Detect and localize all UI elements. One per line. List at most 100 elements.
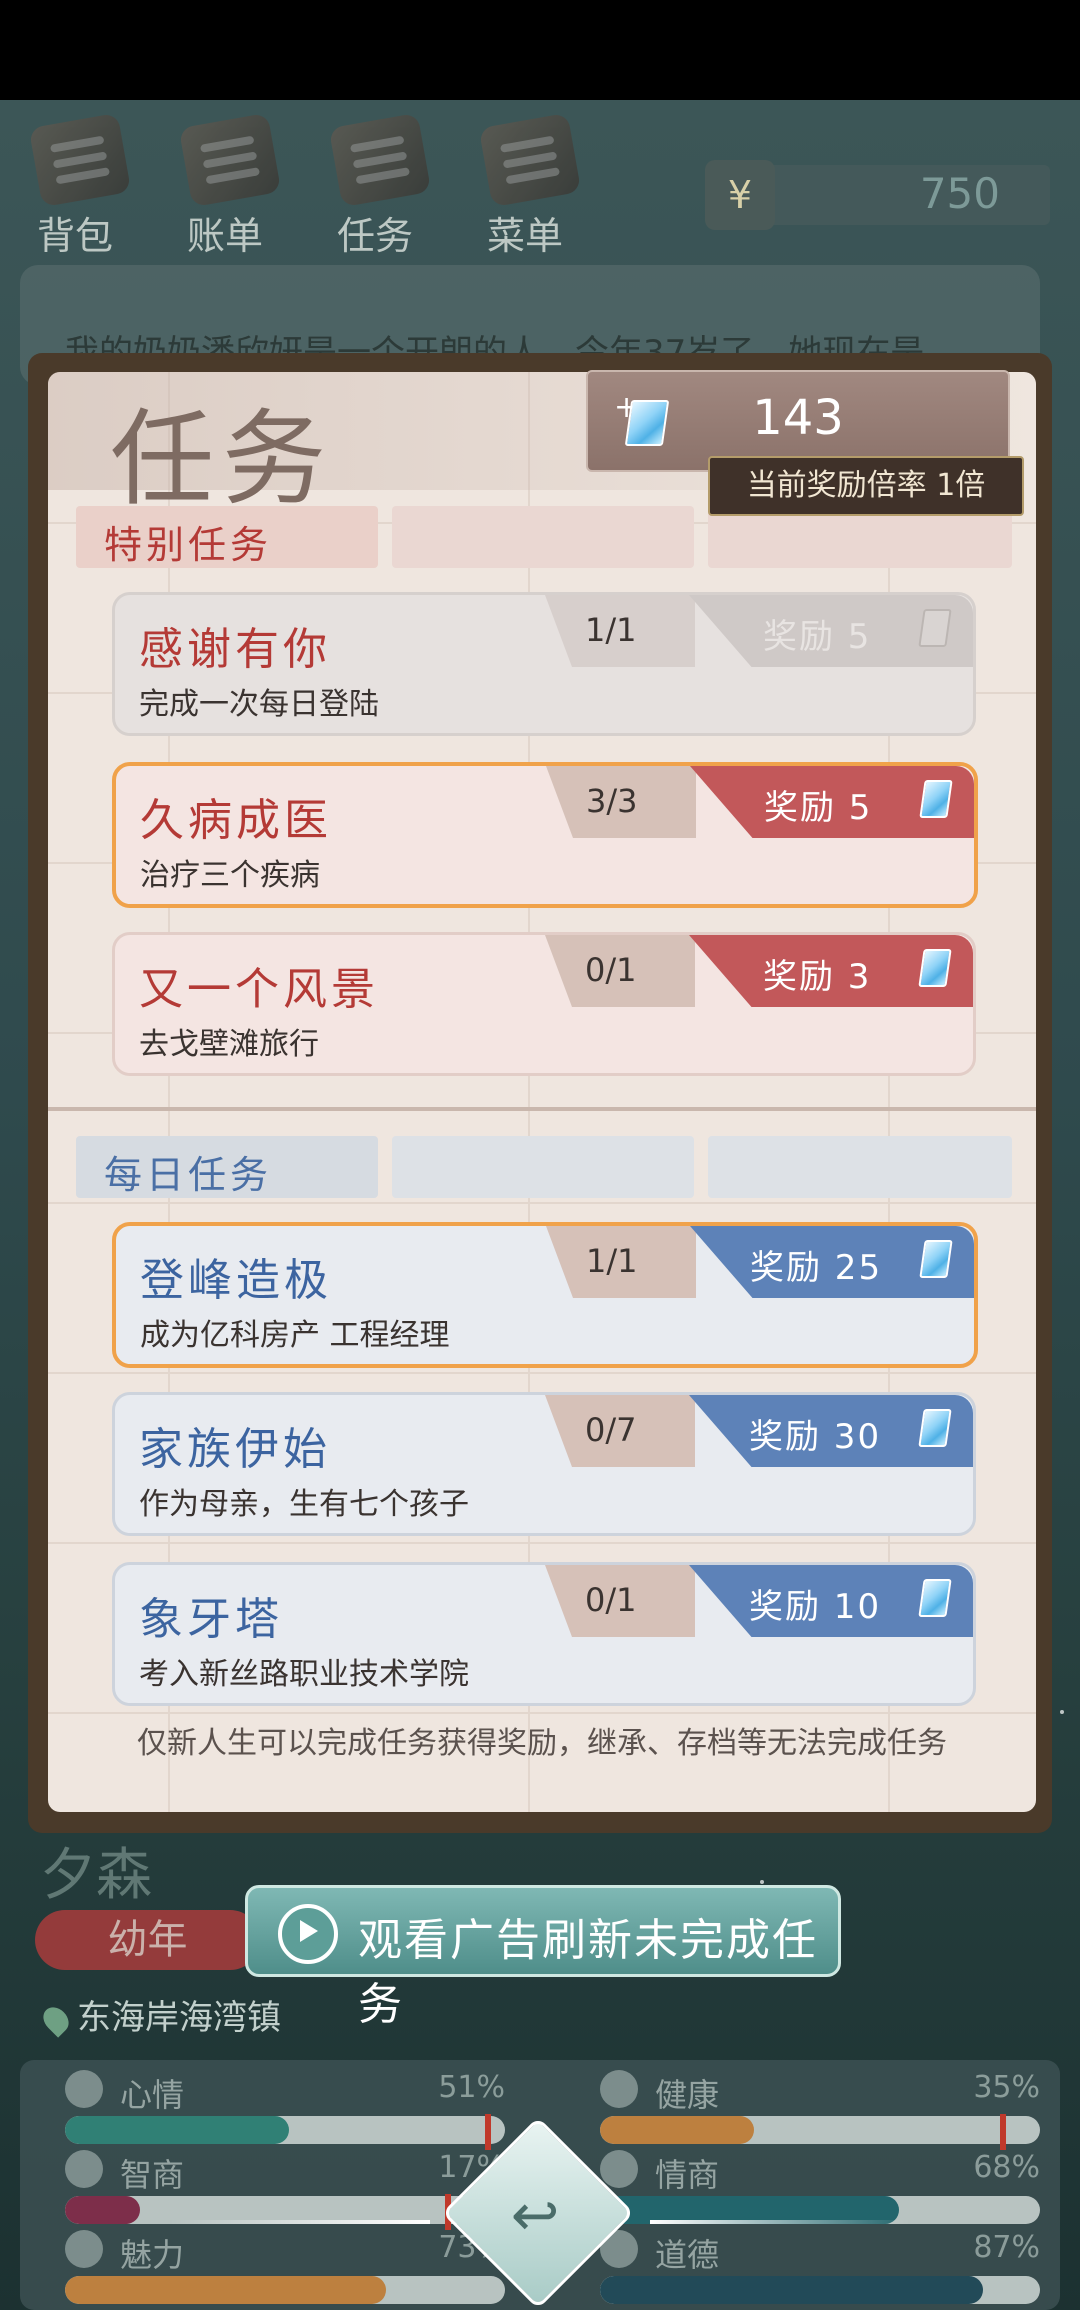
watch-ad-label: 观看广告刷新未完成任务 (358, 1915, 818, 2030)
nav-label: 任务 (336, 214, 413, 258)
reward-button[interactable]: 奖励 5 (690, 766, 974, 838)
stat-bar (65, 2116, 505, 2144)
stat-name: 情商 (655, 2156, 720, 2194)
task-name: 感谢有你 (139, 624, 331, 675)
section-divider (48, 1107, 1036, 1111)
money-display: ¥ 750 (705, 160, 1050, 230)
task-progress: 0/7 (545, 1395, 695, 1467)
nav-backpack[interactable]: 背包 (10, 110, 140, 260)
smile-icon (65, 2070, 103, 2108)
task-progress-text: 0/1 (585, 1581, 637, 1619)
footnote: 仅新人生可以完成任务获得奖励，继承、存档等无法完成任务 (137, 1726, 947, 1761)
stat-iq: 智商 17% (65, 2150, 505, 2230)
task-card[interactable]: 又一个风景 去戈壁滩旅行 0/1 奖励 3 (112, 932, 976, 1076)
nav-bill[interactable]: 账单 (160, 110, 290, 260)
task-progress: 0/1 (545, 1565, 695, 1637)
task-progress-text: 3/3 (586, 782, 638, 820)
reward-label: 奖励 5 (763, 617, 872, 657)
task-desc: 治疗三个疾病 (140, 858, 320, 893)
task-desc: 去戈壁滩旅行 (139, 1027, 319, 1062)
nav-label: 菜单 (486, 214, 563, 258)
special-section-label: 特别任务 (104, 523, 273, 567)
character-name: 夕森 (40, 1843, 152, 1908)
stat-health: 健康 35% (600, 2070, 1040, 2150)
glow-line (650, 2220, 910, 2224)
stat-fill (65, 2276, 387, 2304)
task-card[interactable]: 家族伊始 作为母亲，生有七个孩子 0/7 奖励 30 (112, 1392, 976, 1536)
stat-percent: 35% (973, 2070, 1040, 2105)
crystal-icon (919, 1240, 953, 1278)
money-value: 750 (919, 169, 1000, 218)
task-desc: 成为亿科房产 工程经理 (140, 1318, 450, 1353)
task-progress-text: 0/7 (585, 1411, 637, 1449)
reward-button[interactable]: 奖励 10 (689, 1565, 973, 1637)
play-icon (278, 1904, 338, 1964)
stat-morality: 道德 87% (600, 2230, 1040, 2304)
special-section-header: 特别任务 (76, 506, 378, 568)
stat-fill (65, 2196, 140, 2224)
stat-bar (600, 2276, 1040, 2304)
reward-label: 奖励 25 (750, 1248, 883, 1288)
glow-line (170, 2220, 430, 2224)
bulb-icon (65, 2150, 103, 2188)
stat-eq: 情商 68% (600, 2150, 1040, 2224)
stat-name: 心情 (120, 2076, 185, 2114)
task-name: 家族伊始 (139, 1424, 331, 1475)
stat-percent: 68% (973, 2150, 1040, 2185)
heart-icon (600, 2070, 638, 2108)
return-icon: ↩ (510, 2181, 560, 2249)
task-card[interactable]: 象牙塔 考入新丝路职业技术学院 0/1 奖励 10 (112, 1562, 976, 1706)
reward-multiplier: 当前奖励倍率 1倍 (708, 456, 1024, 516)
task-card[interactable]: 登峰造极 成为亿科房产 工程经理 1/1 奖励 25 (112, 1222, 978, 1368)
daily-section-label: 每日任务 (104, 1153, 273, 1197)
age-stage-badge: 幼年 (35, 1910, 260, 1970)
task-progress: 1/1 (546, 1226, 696, 1298)
stat-percent: 51% (438, 2070, 505, 2105)
stat-mood: 心情 51% (65, 2070, 505, 2150)
stat-marker (485, 2114, 491, 2150)
nav-label: 账单 (186, 214, 263, 258)
stat-name: 魅力 (120, 2236, 185, 2274)
task-desc: 作为母亲，生有七个孩子 (139, 1487, 469, 1522)
task-name: 象牙塔 (139, 1594, 283, 1645)
stat-percent: 87% (973, 2230, 1040, 2265)
reward-label: 奖励 10 (749, 1587, 882, 1627)
menu-icon (478, 112, 582, 208)
sparkle (1060, 1710, 1064, 1714)
stat-marker (1000, 2114, 1006, 2150)
watch-ad-refresh-button[interactable]: 观看广告刷新未完成任务 (245, 1885, 841, 2030)
header-filler (392, 506, 694, 568)
modal-title: 任务 (110, 398, 335, 520)
nav-label: 背包 (36, 214, 113, 258)
sparkle (760, 1880, 764, 1884)
task-card[interactable]: 久病成医 治疗三个疾病 3/3 奖励 5 (112, 762, 978, 908)
reward-button[interactable]: 奖励 3 (689, 935, 973, 1007)
yen-icon: ¥ (705, 160, 775, 230)
apple-icon (600, 2150, 638, 2188)
stat-name: 智商 (120, 2156, 185, 2194)
reward-label: 奖励 3 (763, 957, 872, 997)
gem-count: 143 (752, 390, 844, 446)
nav-task[interactable]: 任务 (310, 110, 440, 260)
task-name: 久病成医 (140, 795, 332, 846)
task-modal: 任务 特别任务 感谢有你 完成一次每日登陆 1/1 奖励 5 久病成医 治疗三个… (48, 372, 1036, 1812)
stat-fill (600, 2116, 754, 2144)
task-card[interactable]: 感谢有你 完成一次每日登陆 1/1 奖励 5 (112, 592, 976, 736)
stat-bar (600, 2116, 1040, 2144)
crystal-icon (919, 780, 953, 818)
task-desc: 完成一次每日登陆 (139, 687, 379, 722)
reward-button[interactable]: 奖励 30 (689, 1395, 973, 1467)
status-bar (0, 0, 1080, 100)
nav-menu[interactable]: 菜单 (460, 110, 590, 260)
task-name: 又一个风景 (139, 964, 379, 1015)
bill-icon (178, 112, 282, 208)
reward-button[interactable]: 奖励 25 (690, 1226, 974, 1298)
task-progress: 3/3 (546, 766, 696, 838)
task-icon (328, 112, 432, 208)
stat-name: 道德 (655, 2236, 720, 2274)
crystal-icon (918, 949, 952, 987)
crystal-icon (918, 609, 952, 647)
reward-label: 奖励 5 (764, 788, 873, 828)
task-progress-text: 1/1 (586, 1242, 638, 1280)
reward-button[interactable]: 奖励 5 (689, 595, 973, 667)
